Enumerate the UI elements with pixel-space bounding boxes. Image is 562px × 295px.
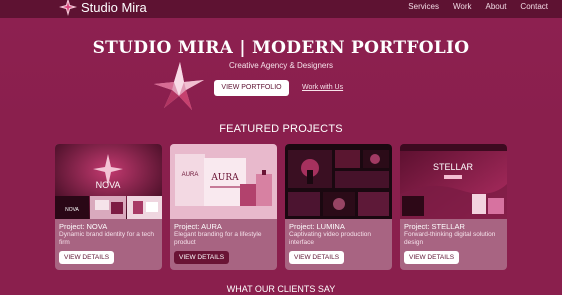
project-card-lumina[interactable]: Project: LUMINA Captivating video produc… xyxy=(285,144,392,270)
view-details-button[interactable]: VIEW DETAILS xyxy=(404,251,460,264)
star-logo-icon[interactable] xyxy=(58,0,78,17)
svg-text:AURA: AURA xyxy=(182,172,199,178)
hero-subtitle: Creative Agency & Designers xyxy=(228,61,334,70)
stellar-image-label: STELLAR xyxy=(433,162,474,172)
aura-image-label: AURA xyxy=(210,173,239,183)
nav-links: Services Work About Contact xyxy=(408,2,562,12)
featured-projects-heading: FEATURED PROJECTS xyxy=(219,123,343,135)
project-card-aura[interactable]: AURA AURA Project: AURA Elegant branding… xyxy=(170,144,277,270)
hero-title: STUDIO MIRA | MODERN PORTFOLIO xyxy=(92,38,470,58)
lumina-project-image xyxy=(285,144,392,219)
card-description: Elegant branding for a lifestyle product xyxy=(174,231,262,246)
nova-image-label: NOVA xyxy=(96,180,121,190)
clients-heading: WHAT OUR CLIENTS SAY xyxy=(226,284,336,294)
card-title: Project: NOVA xyxy=(59,222,108,231)
view-details-button[interactable]: VIEW DETAILS xyxy=(174,251,230,264)
card-description: Captivating video production interface xyxy=(289,231,372,246)
card-title: Project: AURA xyxy=(174,222,222,231)
nav-link-contact[interactable]: Contact xyxy=(520,2,548,12)
aura-project-image: AURA AURA xyxy=(170,144,277,219)
nova-project-image: NOVA NOVA xyxy=(55,144,162,219)
project-card-stellar[interactable]: STELLAR Project: STELLAR Forward-thinkin… xyxy=(400,144,507,270)
work-with-us-link[interactable]: Work with Us xyxy=(302,83,343,92)
view-details-button[interactable]: VIEW DETAILS xyxy=(59,251,115,264)
card-title: Project: STELLAR xyxy=(404,222,465,231)
hero-section: STUDIO MIRA | MODERN PORTFOLIO Creative … xyxy=(0,18,562,120)
view-details-button[interactable]: VIEW DETAILS xyxy=(289,251,345,264)
nav-link-services[interactable]: Services xyxy=(408,2,439,12)
card-description: Forward-thinking digital solution design xyxy=(404,231,496,246)
card-description: Dynamic brand identity for a tech firm xyxy=(59,231,155,246)
brand-name[interactable]: Studio Mira xyxy=(81,0,147,16)
nav-link-work[interactable]: Work xyxy=(453,2,472,12)
project-card-nova[interactable]: NOVA NOVA Project: NOVA Dynamic brand id… xyxy=(55,144,162,270)
nav-link-about[interactable]: About xyxy=(486,2,507,12)
card-title: Project: LUMINA xyxy=(289,222,345,231)
origami-star-icon xyxy=(154,62,204,110)
view-portfolio-button[interactable]: VIEW PORTFOLIO xyxy=(214,80,289,96)
svg-text:NOVA: NOVA xyxy=(65,207,79,213)
stellar-project-image: STELLAR xyxy=(400,144,507,219)
top-navbar: Studio Mira Services Work About Contact xyxy=(0,0,562,18)
